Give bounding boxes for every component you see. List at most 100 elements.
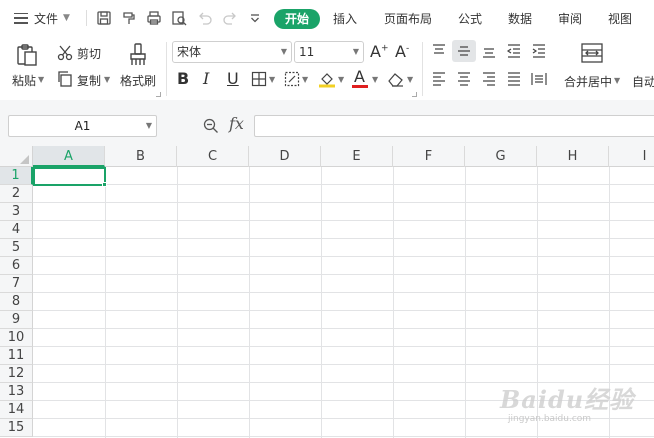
- font-size-select[interactable]: 11 ▼: [294, 41, 364, 63]
- chevron-down-icon[interactable]: ▼: [104, 75, 110, 84]
- format-painter-icon[interactable]: [120, 9, 138, 27]
- customize-chevron-icon[interactable]: [246, 9, 264, 27]
- shrink-font-button[interactable]: A-: [395, 42, 409, 61]
- distributed-align-icon[interactable]: [531, 71, 547, 87]
- copy-label[interactable]: 复制: [77, 72, 101, 89]
- file-menu-button[interactable]: 文件 ▼: [14, 9, 70, 27]
- print-preview-icon[interactable]: [170, 9, 188, 27]
- save-icon[interactable]: [95, 9, 113, 27]
- underline-button[interactable]: U: [227, 69, 239, 88]
- row-header-9[interactable]: 9: [0, 311, 33, 329]
- border-icon[interactable]: [251, 71, 267, 87]
- name-box[interactable]: A1 ▼: [8, 115, 157, 137]
- watermark-sub: jingyan.baidu.com: [508, 414, 592, 424]
- font-size-value: 11: [299, 45, 315, 59]
- clipboard-dialog-launcher[interactable]: [156, 92, 161, 97]
- chevron-down-icon[interactable]: ▼: [407, 75, 413, 84]
- grid-row-line: [33, 328, 654, 329]
- chevron-down-icon: ▼: [280, 47, 287, 56]
- align-top-icon[interactable]: [431, 43, 447, 59]
- column-header-i[interactable]: I: [609, 146, 654, 167]
- row-header-13[interactable]: 13: [0, 383, 33, 401]
- row-header-1[interactable]: 1: [0, 167, 33, 185]
- row-header-8[interactable]: 8: [0, 293, 33, 311]
- chevron-down-icon[interactable]: ▼: [38, 75, 44, 84]
- paste-label[interactable]: 粘贴: [12, 72, 36, 89]
- chevron-down-icon[interactable]: ▼: [614, 76, 620, 85]
- row-header-12[interactable]: 12: [0, 365, 33, 383]
- column-header-c[interactable]: C: [177, 146, 249, 167]
- chevron-down-icon[interactable]: ▼: [372, 75, 378, 84]
- tab-home[interactable]: 开始: [274, 9, 321, 29]
- undo-icon[interactable]: [196, 9, 214, 27]
- chevron-down-icon[interactable]: ▼: [338, 75, 344, 84]
- align-center-icon[interactable]: [456, 71, 472, 87]
- align-right-icon[interactable]: [481, 71, 497, 87]
- tab-view[interactable]: 视图: [608, 9, 632, 29]
- column-header-d[interactable]: D: [249, 146, 321, 167]
- row-header-2[interactable]: 2: [0, 185, 33, 203]
- justify-icon[interactable]: [506, 71, 522, 87]
- italic-button[interactable]: I: [203, 69, 209, 88]
- zoom-icon[interactable]: [202, 117, 220, 135]
- row-header-6[interactable]: 6: [0, 257, 33, 275]
- merge-center-icon[interactable]: [580, 42, 604, 64]
- merge-center-label[interactable]: 合并居中: [564, 73, 612, 90]
- row-header-10[interactable]: 10: [0, 329, 33, 347]
- chevron-down-icon[interactable]: ▼: [269, 75, 275, 84]
- column-header-a[interactable]: A: [33, 146, 105, 167]
- print-icon[interactable]: [145, 9, 163, 27]
- bold-button[interactable]: B: [177, 69, 189, 88]
- menu-bar: 文件 ▼ 开始 插入 页面布局 公式 数据 审阅 视图: [0, 0, 654, 36]
- align-bottom-icon[interactable]: [481, 43, 497, 59]
- eraser-icon[interactable]: [387, 71, 405, 87]
- fx-icon[interactable]: fx: [229, 114, 244, 133]
- tab-formulas[interactable]: 公式: [458, 9, 482, 29]
- row-header-15[interactable]: 15: [0, 419, 33, 437]
- cell-style-icon[interactable]: [284, 71, 300, 87]
- indent-increase-icon[interactable]: [531, 43, 547, 59]
- wrap-text-label[interactable]: 自动: [632, 73, 654, 90]
- redo-icon[interactable]: [221, 9, 239, 27]
- select-all-corner[interactable]: [0, 146, 33, 167]
- column-header-b[interactable]: B: [105, 146, 177, 167]
- row-header-5[interactable]: 5: [0, 239, 33, 257]
- column-header-f[interactable]: F: [393, 146, 465, 167]
- tab-review[interactable]: 审阅: [558, 9, 582, 29]
- tab-insert[interactable]: 插入: [333, 9, 357, 29]
- paste-icon[interactable]: [14, 42, 40, 68]
- indent-decrease-icon[interactable]: [506, 43, 522, 59]
- row-header-4[interactable]: 4: [0, 221, 33, 239]
- chevron-down-icon[interactable]: ▼: [302, 75, 308, 84]
- grow-font-button[interactable]: A+: [370, 42, 389, 61]
- align-middle-icon[interactable]: [452, 40, 476, 62]
- fill-color-icon[interactable]: [318, 70, 336, 88]
- cut-label[interactable]: 剪切: [77, 45, 101, 62]
- row-header-14[interactable]: 14: [0, 401, 33, 419]
- copy-icon[interactable]: [56, 70, 74, 88]
- format-painter-icon[interactable]: [127, 42, 149, 68]
- watermark: Baidu经验 jingyan.baidu.com: [500, 378, 650, 434]
- column-header-g[interactable]: G: [465, 146, 537, 167]
- scissors-icon[interactable]: [56, 44, 74, 62]
- tab-data[interactable]: 数据: [508, 9, 532, 29]
- align-left-icon[interactable]: [431, 71, 447, 87]
- grid-column-line: [465, 167, 466, 438]
- separator: [422, 42, 423, 96]
- row-header-11[interactable]: 11: [0, 347, 33, 365]
- row-header-7[interactable]: 7: [0, 275, 33, 293]
- fill-handle[interactable]: [102, 182, 107, 187]
- column-header-e[interactable]: E: [321, 146, 393, 167]
- grid-row-line: [33, 274, 654, 275]
- font-family-select[interactable]: 宋体 ▼: [172, 41, 292, 63]
- column-header-h[interactable]: H: [537, 146, 609, 167]
- grid-row-line: [33, 202, 654, 203]
- formula-input[interactable]: [254, 115, 654, 137]
- format-painter-label[interactable]: 格式刷: [120, 72, 156, 89]
- active-cell-a1[interactable]: [33, 167, 106, 186]
- font-color-button[interactable]: A: [354, 67, 365, 86]
- row-header-3[interactable]: 3: [0, 203, 33, 221]
- font-dialog-launcher[interactable]: [412, 92, 417, 97]
- separator: [86, 10, 87, 26]
- tab-page-layout[interactable]: 页面布局: [384, 9, 432, 29]
